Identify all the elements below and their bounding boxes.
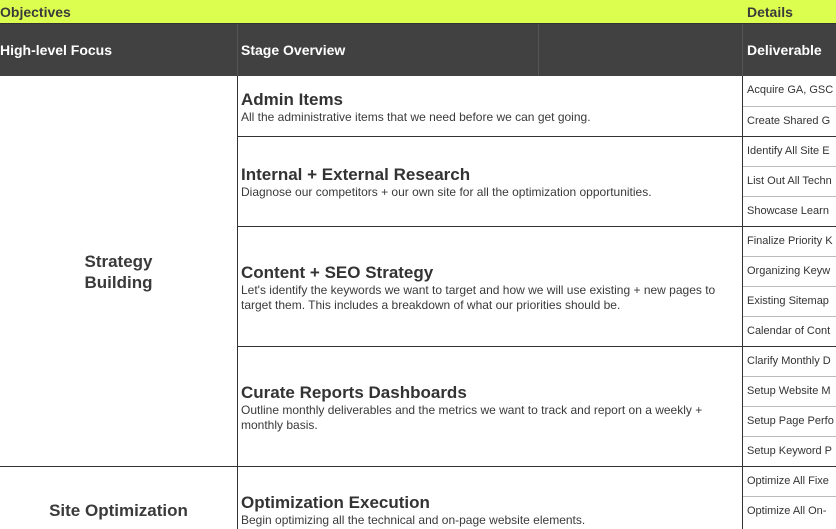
- stage-title: Curate Reports Dashboards: [241, 383, 467, 402]
- deliverable-cell[interactable]: Clarify Monthly D: [743, 346, 836, 376]
- row-divider: [0, 466, 743, 467]
- row-divider: [237, 226, 743, 227]
- deliverable-cell[interactable]: Identify All Site E: [743, 136, 836, 166]
- stage-title: Optimization Execution: [241, 493, 430, 512]
- row-divider: [237, 136, 743, 137]
- deliverable-cell[interactable]: Showcase Learn: [743, 196, 836, 226]
- stage-content-seo: Content + SEO Strategy Let's identify th…: [241, 263, 731, 313]
- deliverable-cell[interactable]: Setup Page Perfo: [743, 406, 836, 436]
- stage-title: Internal + External Research: [241, 165, 471, 184]
- stage-title: Content + SEO Strategy: [241, 263, 434, 282]
- deliverable-cell[interactable]: Setup Website M: [743, 376, 836, 406]
- stage-research: Internal + External Research Diagnose ou…: [241, 165, 736, 200]
- deliverable-cell[interactable]: Calendar of Cont: [743, 316, 836, 346]
- stage-title: Admin Items: [241, 90, 344, 109]
- deliverable-cell[interactable]: Create Shared G: [743, 106, 836, 136]
- objectives-label: Objectives: [0, 4, 71, 20]
- stage-description: All the administrative items that we nee…: [241, 110, 591, 124]
- column-divider: [237, 76, 238, 529]
- deliverable-cell[interactable]: Optimize All Fixe: [743, 466, 836, 496]
- deliverable-cell[interactable]: List Out All Techn: [743, 166, 836, 196]
- stage-description: Let's identify the keywords we want to t…: [241, 283, 716, 312]
- stage-admin-items: Admin Items All the administrative items…: [241, 90, 736, 125]
- deliverable-cell[interactable]: Existing Sitemap: [743, 286, 836, 316]
- header-high-level-focus: High-level Focus: [0, 42, 113, 58]
- header-deliverable: Deliverable: [747, 42, 822, 58]
- stage-reports-dashboards: Curate Reports Dashboards Outline monthl…: [241, 383, 711, 433]
- stage-description: Diagnose our competitors + our own site …: [241, 185, 652, 199]
- header-stage-overview: Stage Overview: [241, 42, 346, 58]
- stage-description: Begin optimizing all the technical and o…: [241, 513, 586, 527]
- stage-description: Outline monthly deliverables and the met…: [241, 403, 703, 432]
- row-divider: [237, 346, 743, 347]
- deliverable-cell[interactable]: Organizing Keyw: [743, 256, 836, 286]
- header-divider: [538, 24, 539, 76]
- stage-optimization-execution: Optimization Execution Begin optimizing …: [241, 493, 736, 528]
- header-divider: [237, 24, 238, 76]
- deliverable-cell[interactable]: Finalize Priority K: [743, 226, 836, 256]
- deliverable-cell[interactable]: Setup Keyword P: [743, 436, 836, 466]
- section-header-bar: Objectives Details: [0, 0, 836, 24]
- column-header: High-level Focus Stage Overview Delivera…: [0, 24, 836, 76]
- focus-strategy-building: Strategy Building: [84, 252, 153, 292]
- details-label: Details: [747, 4, 793, 20]
- header-divider: [742, 24, 743, 76]
- deliverable-cell[interactable]: Acquire GA, GSC: [743, 76, 836, 106]
- deliverable-cell[interactable]: Optimize All On-: [743, 496, 836, 529]
- focus-site-optimization: Site Optimization: [49, 501, 188, 520]
